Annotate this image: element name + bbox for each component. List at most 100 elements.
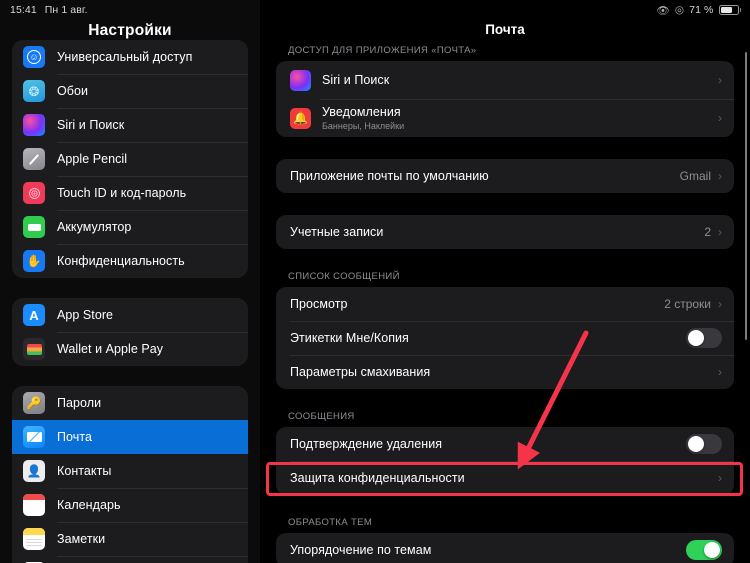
section-header-message-list: СПИСОК СООБЩЕНИЙ xyxy=(288,271,400,282)
row-value: 2 xyxy=(704,225,711,239)
chevron-right-icon: › xyxy=(718,471,722,485)
row-accounts[interactable]: Учетные записи 2 › xyxy=(276,215,734,249)
ipad-settings-screen: 15:41 Пн 1 авг. 👁 ◎ 71 % Настройки ☺ Уни… xyxy=(0,0,750,563)
status-date: Пн 1 авг. xyxy=(44,4,88,16)
row-siri-and-search[interactable]: Siri и Поиск › xyxy=(276,61,734,99)
sidebar-item-label: App Store xyxy=(57,308,114,322)
chevron-right-icon: › xyxy=(718,297,722,311)
row-privacy-protection[interactable]: Защита конфиденциальности › xyxy=(276,461,734,495)
chevron-right-icon: › xyxy=(718,365,722,379)
row-to-cc-labels[interactable]: Этикетки Мне/Копия xyxy=(276,321,734,355)
mail-settings-panel: Почта ДОСТУП ДЛЯ ПРИЛОЖЕНИЯ «ПОЧТА» Siri… xyxy=(260,0,750,563)
sidebar-item-label: Универсальный доступ xyxy=(57,50,193,64)
status-bar-left: 15:41 Пн 1 авг. xyxy=(0,4,88,16)
toggle-organize-by-thread[interactable] xyxy=(686,540,722,560)
status-bar: 15:41 Пн 1 авг. 👁 ◎ 71 % xyxy=(0,0,750,20)
battery-percent-label: 71 % xyxy=(689,4,714,16)
location-icon: ◎ xyxy=(674,4,685,16)
sidebar-item-privacy[interactable]: ✋ Конфиденциальность xyxy=(12,244,248,278)
card-default-mail-app: Приложение почты по умолчанию Gmail › xyxy=(276,159,734,193)
status-bar-right: 👁 ◎ 71 % xyxy=(656,4,750,17)
sidebar-scroll-area[interactable]: ☺ Универсальный доступ ❂ Обои Siri и Пои… xyxy=(0,40,260,563)
row-organize-by-thread[interactable]: Упорядочение по темам xyxy=(276,533,734,563)
wallpaper-icon: ❂ xyxy=(23,80,45,102)
chevron-right-icon: › xyxy=(718,225,722,239)
accessibility-icon: ☺ xyxy=(23,46,45,68)
sidebar-item-label: Apple Pencil xyxy=(57,152,128,166)
status-time: 15:41 xyxy=(10,4,37,16)
battery-icon xyxy=(718,5,741,15)
section-header-threading: ОБРАБОТКА ТЕМ xyxy=(288,517,373,528)
sidebar-item-label: Пароли xyxy=(57,396,102,410)
sidebar-item-wallpaper[interactable]: ❂ Обои xyxy=(12,74,248,108)
row-ask-before-deleting[interactable]: Подтверждение удаления xyxy=(276,427,734,461)
sidebar-item-label: Аккумулятор xyxy=(57,220,132,234)
row-label: Подтверждение удаления xyxy=(290,437,443,451)
sidebar-title: Настройки xyxy=(88,22,172,39)
sidebar-item-accessibility[interactable]: ☺ Универсальный доступ xyxy=(12,40,248,74)
siri-icon xyxy=(290,69,311,91)
chevron-right-icon: › xyxy=(718,73,722,87)
sidebar-item-wallet[interactable]: Wallet и Apple Pay xyxy=(12,332,248,366)
row-label: Защита конфиденциальности xyxy=(290,471,465,485)
row-label: Уведомления xyxy=(322,105,401,119)
card-message-list: Просмотр 2 строки › Этикетки Мне/Копия П… xyxy=(276,287,734,389)
row-default-mail-app[interactable]: Приложение почты по умолчанию Gmail › xyxy=(276,159,734,193)
sidebar-item-contacts[interactable]: 👤 Контакты xyxy=(12,454,248,488)
row-preview[interactable]: Просмотр 2 строки › xyxy=(276,287,734,321)
sidebar-item-label: Обои xyxy=(57,84,89,98)
row-swipe-options[interactable]: Параметры смахивания › xyxy=(276,355,734,389)
bell-icon: 🔔 xyxy=(290,107,311,129)
vertical-scrollbar[interactable] xyxy=(744,52,747,340)
toggle-to-cc-labels[interactable] xyxy=(686,328,722,348)
card-accounts: Учетные записи 2 › xyxy=(276,215,734,249)
page-title: Почта xyxy=(485,22,525,37)
hand-privacy-icon: ✋ xyxy=(23,250,45,272)
settings-sidebar: Настройки ☺ Универсальный доступ ❂ Обои … xyxy=(0,0,260,563)
row-label: Siri и Поиск xyxy=(322,73,390,87)
siri-icon xyxy=(23,114,45,136)
row-label: Параметры смахивания xyxy=(290,365,431,379)
sidebar-group-1: ☺ Универсальный доступ ❂ Обои Siri и Пои… xyxy=(12,40,248,278)
chevron-right-icon: › xyxy=(718,111,722,125)
battery-icon xyxy=(23,216,45,238)
card-app-access: Siri и Поиск › 🔔 Уведомления Баннеры, На… xyxy=(276,61,734,137)
settings-scroll-area[interactable]: ДОСТУП ДЛЯ ПРИЛОЖЕНИЯ «ПОЧТА» Siri и Пои… xyxy=(260,45,750,563)
sidebar-group-2: A App Store Wallet и Apple Pay xyxy=(12,298,248,366)
app-store-icon: A xyxy=(23,304,45,326)
card-messages: Подтверждение удаления Защита конфиденци… xyxy=(276,427,734,495)
sidebar-item-reminders[interactable]: Напоминания xyxy=(12,556,248,563)
sidebar-item-label: Заметки xyxy=(57,532,106,546)
sidebar-item-battery[interactable]: Аккумулятор xyxy=(12,210,248,244)
sidebar-item-label: Siri и Поиск xyxy=(57,118,125,132)
sidebar-item-app-store[interactable]: A App Store xyxy=(12,298,248,332)
sidebar-item-label: Контакты xyxy=(57,464,112,478)
row-notifications[interactable]: 🔔 Уведомления Баннеры, Наклейки › xyxy=(276,99,734,137)
wallet-icon xyxy=(23,338,45,360)
sidebar-item-siri[interactable]: Siri и Поиск xyxy=(12,108,248,142)
sidebar-group-3: 🔑 Пароли Почта 👤 Контакты Календарь Заме… xyxy=(12,386,248,563)
sidebar-item-label: Конфиденциальность xyxy=(57,254,185,268)
pencil-icon xyxy=(23,148,45,170)
toggle-ask-before-deleting[interactable] xyxy=(686,434,722,454)
sidebar-item-calendar[interactable]: Календарь xyxy=(12,488,248,522)
sidebar-item-label: Почта xyxy=(57,430,92,444)
sidebar-item-touch-id[interactable]: Touch ID и код-пароль xyxy=(12,176,248,210)
sidebar-item-passwords[interactable]: 🔑 Пароли xyxy=(12,386,248,420)
sidebar-item-label: Wallet и Apple Pay xyxy=(57,342,164,356)
row-subtitle: Баннеры, Наклейки xyxy=(322,121,405,131)
contacts-icon: 👤 xyxy=(23,460,45,482)
row-label: Приложение почты по умолчанию xyxy=(290,169,489,183)
sidebar-item-apple-pencil[interactable]: Apple Pencil xyxy=(12,142,248,176)
row-value: Gmail xyxy=(679,169,711,183)
sidebar-item-notes[interactable]: Заметки xyxy=(12,522,248,556)
row-label: Этикетки Мне/Копия xyxy=(290,331,409,345)
section-header-messages: СООБЩЕНИЯ xyxy=(288,411,355,422)
sidebar-item-label: Touch ID и код-пароль xyxy=(57,186,187,200)
notes-icon xyxy=(23,528,45,550)
calendar-icon xyxy=(23,494,45,516)
row-label: Просмотр xyxy=(290,297,348,311)
card-threading: Упорядочение по темам xyxy=(276,533,734,563)
key-icon: 🔑 xyxy=(23,392,45,414)
sidebar-item-mail[interactable]: Почта xyxy=(12,420,248,454)
